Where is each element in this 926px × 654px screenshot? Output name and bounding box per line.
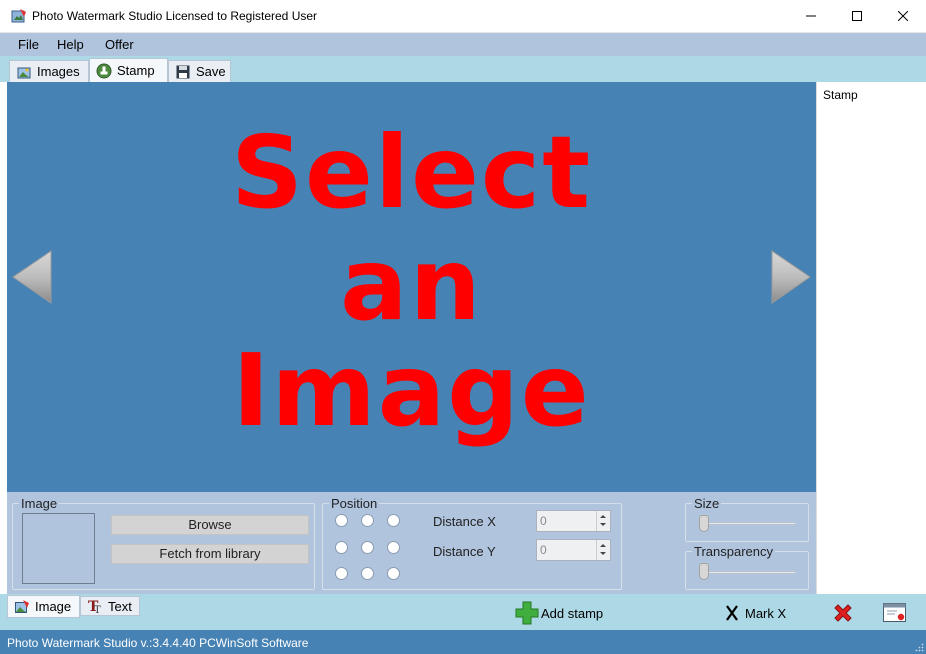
red-x-icon[interactable] xyxy=(831,601,855,625)
placeholder-line-select: Select xyxy=(230,114,593,231)
transparency-slider-track[interactable] xyxy=(698,571,796,574)
svg-text:T: T xyxy=(94,605,101,614)
position-radio-bottom-right[interactable] xyxy=(387,567,400,580)
floppy-disk-icon xyxy=(176,65,190,78)
distance-y-input[interactable]: 0 xyxy=(536,539,611,561)
image-group: Image Browse Fetch from library xyxy=(12,496,315,590)
arrow-right-icon[interactable] xyxy=(770,249,812,305)
tab-stamp-label: Stamp xyxy=(117,63,155,78)
tab-images-label: Images xyxy=(37,64,80,79)
window-close-icon[interactable] xyxy=(882,601,908,625)
placeholder-line-image: Image xyxy=(232,332,591,449)
image-canvas[interactable]: Select an Image xyxy=(7,82,816,492)
tab-stamp[interactable]: Stamp xyxy=(89,58,168,82)
stamp-icon xyxy=(96,63,112,78)
tab-images[interactable]: Images xyxy=(9,60,89,82)
tab-image-stamp[interactable]: Image xyxy=(7,595,80,618)
position-radio-top-left[interactable] xyxy=(335,514,348,527)
position-radio-middle-right[interactable] xyxy=(387,541,400,554)
menu-bar: File Help Offer xyxy=(0,33,926,56)
tab-save[interactable]: Save xyxy=(168,60,231,82)
distance-y-stepper[interactable] xyxy=(596,540,610,560)
arrow-left-icon[interactable] xyxy=(11,249,53,305)
tab-text-stamp[interactable]: T T Text xyxy=(80,596,140,616)
add-plus-icon xyxy=(515,601,539,625)
stamp-list-panel[interactable]: Stamp xyxy=(816,82,924,594)
status-bar: Photo Watermark Studio v.:3.4.4.40 PCWin… xyxy=(0,630,926,654)
minimize-icon xyxy=(806,15,816,17)
position-radio-bottom-center[interactable] xyxy=(361,567,374,580)
image-group-title: Image xyxy=(19,496,60,511)
distance-y-label: Distance Y xyxy=(433,544,496,559)
tab-text-stamp-label: Text xyxy=(108,598,132,614)
transparency-group-title: Transparency xyxy=(692,544,775,559)
mark-x-label: Mark X xyxy=(745,605,787,621)
distance-x-value: 0 xyxy=(540,514,547,528)
position-group-title: Position xyxy=(329,496,380,511)
image-icon xyxy=(15,599,29,613)
fetch-from-library-button[interactable]: Fetch from library xyxy=(111,544,309,564)
distance-x-stepper[interactable] xyxy=(596,511,610,531)
transparency-slider-thumb[interactable] xyxy=(699,563,709,580)
close-button[interactable] xyxy=(880,0,926,32)
menu-offer[interactable]: Offer xyxy=(105,37,134,52)
tab-image-stamp-label: Image xyxy=(35,599,72,614)
distance-x-label: Distance X xyxy=(433,514,496,529)
position-radio-center[interactable] xyxy=(361,541,374,554)
text-icon: T T xyxy=(88,599,101,614)
images-icon xyxy=(17,67,31,78)
maximize-button[interactable] xyxy=(834,0,880,32)
size-slider-track[interactable] xyxy=(698,522,796,525)
position-radio-top-right[interactable] xyxy=(387,514,400,527)
position-group: Position Distance X 0 Distance Y 0 xyxy=(322,496,622,590)
black-x-icon xyxy=(726,605,738,621)
resize-grip-icon[interactable] xyxy=(914,642,924,652)
window-title: Photo Watermark Studio Licensed to Regis… xyxy=(32,9,318,23)
status-text: Photo Watermark Studio v.:3.4.4.40 PCWin… xyxy=(7,636,309,650)
minimize-button[interactable] xyxy=(788,0,834,32)
distance-y-value: 0 xyxy=(540,543,547,557)
menu-file[interactable]: File xyxy=(18,37,39,52)
add-stamp-button[interactable]: Add stamp xyxy=(515,601,603,625)
size-slider-thumb[interactable] xyxy=(699,515,709,532)
stamp-image-preview xyxy=(22,513,95,584)
maximize-icon xyxy=(852,11,862,21)
mark-x-button[interactable]: Mark X xyxy=(724,604,786,622)
position-radio-bottom-left[interactable] xyxy=(335,567,348,580)
stamp-panel-label: Stamp xyxy=(823,88,858,102)
browse-button[interactable]: Browse xyxy=(111,515,309,535)
title-bar: Photo Watermark Studio Licensed to Regis… xyxy=(0,0,926,33)
transparency-group: Transparency xyxy=(685,544,809,590)
position-radio-middle-left[interactable] xyxy=(335,541,348,554)
close-icon xyxy=(898,11,908,21)
size-group-title: Size xyxy=(692,496,722,511)
add-stamp-label: Add stamp xyxy=(541,605,604,621)
menu-help[interactable]: Help xyxy=(57,37,84,52)
position-radio-top-center[interactable] xyxy=(361,514,374,527)
main-tab-strip: Images Stamp Save xyxy=(0,56,926,82)
app-photo-icon xyxy=(11,9,26,23)
distance-x-input[interactable]: 0 xyxy=(536,510,611,532)
stamp-action-bar: Image T T Text Add stamp Mark X xyxy=(0,594,926,630)
size-group: Size xyxy=(685,496,809,542)
placeholder-line-an: an xyxy=(340,226,483,343)
controls-panel: Image Browse Fetch from library Position… xyxy=(7,492,816,594)
tab-save-label: Save xyxy=(196,64,226,79)
